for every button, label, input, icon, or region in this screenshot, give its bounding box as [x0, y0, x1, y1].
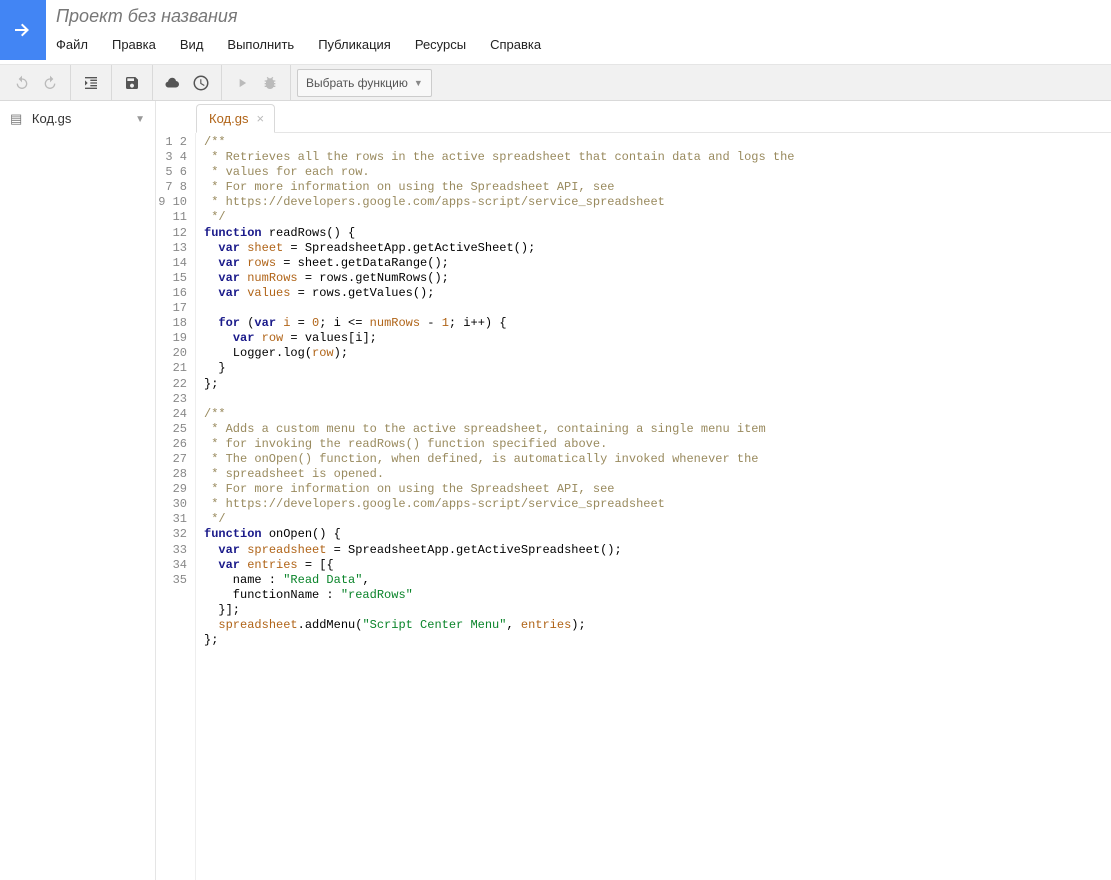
menu-resources[interactable]: Ресурсы	[415, 33, 476, 56]
arrow-right-icon	[11, 18, 35, 42]
chevron-down-icon[interactable]: ▼	[135, 114, 145, 125]
menubar: Файл Правка Вид Выполнить Публикация Рес…	[56, 33, 1103, 64]
chevron-down-icon: ▼	[414, 78, 423, 88]
file-icon: ▤	[10, 111, 22, 126]
undo-button[interactable]	[8, 69, 36, 97]
menu-edit[interactable]: Правка	[112, 33, 166, 56]
header: Проект без названия Файл Правка Вид Выпо…	[0, 0, 1111, 65]
menu-run[interactable]: Выполнить	[227, 33, 304, 56]
file-item[interactable]: ▤ Код.gs ▼	[0, 105, 155, 133]
save-button[interactable]	[118, 69, 146, 97]
header-main: Проект без названия Файл Правка Вид Выпо…	[46, 0, 1111, 64]
menu-help[interactable]: Справка	[490, 33, 551, 56]
cloud-icon	[164, 74, 182, 92]
play-icon	[235, 76, 249, 90]
menu-publish[interactable]: Публикация	[318, 33, 401, 56]
tabbar: Код.gs ×	[196, 101, 1111, 133]
close-icon[interactable]: ×	[256, 111, 264, 126]
indent-button[interactable]	[77, 69, 105, 97]
toolbar: Выбрать функцию ▼	[0, 65, 1111, 101]
sidebar: ▤ Код.gs ▼	[0, 101, 156, 880]
file-name: Код.gs	[32, 111, 71, 126]
indent-icon	[83, 75, 99, 91]
app-logo	[0, 0, 46, 60]
body: ▤ Код.gs ▼ Код.gs × 1 2 3 4 5 6 7 8 9 10…	[0, 101, 1111, 880]
bug-icon	[262, 75, 278, 91]
main: Код.gs × 1 2 3 4 5 6 7 8 9 10 11 12 13 1…	[156, 101, 1111, 880]
code-editor[interactable]: 1 2 3 4 5 6 7 8 9 10 11 12 13 14 15 16 1…	[156, 133, 1111, 880]
function-selector[interactable]: Выбрать функцию ▼	[297, 69, 432, 97]
project-title[interactable]: Проект без названия	[56, 6, 1103, 27]
undo-icon	[14, 75, 30, 91]
save-icon	[124, 75, 140, 91]
redo-button[interactable]	[36, 69, 64, 97]
triggers-button[interactable]	[187, 69, 215, 97]
menu-file[interactable]: Файл	[56, 33, 98, 56]
function-selector-label: Выбрать функцию	[306, 76, 408, 90]
redo-icon	[42, 75, 58, 91]
cloud-deploy-button[interactable]	[159, 69, 187, 97]
menu-view[interactable]: Вид	[180, 33, 214, 56]
debug-button[interactable]	[256, 69, 284, 97]
clock-icon	[192, 74, 210, 92]
tab-label: Код.gs	[209, 111, 248, 126]
gutter: 1 2 3 4 5 6 7 8 9 10 11 12 13 14 15 16 1…	[156, 133, 196, 880]
run-button[interactable]	[228, 69, 256, 97]
tab-active[interactable]: Код.gs ×	[196, 104, 275, 133]
code-area[interactable]: /** * Retrieves all the rows in the acti…	[196, 133, 1111, 880]
